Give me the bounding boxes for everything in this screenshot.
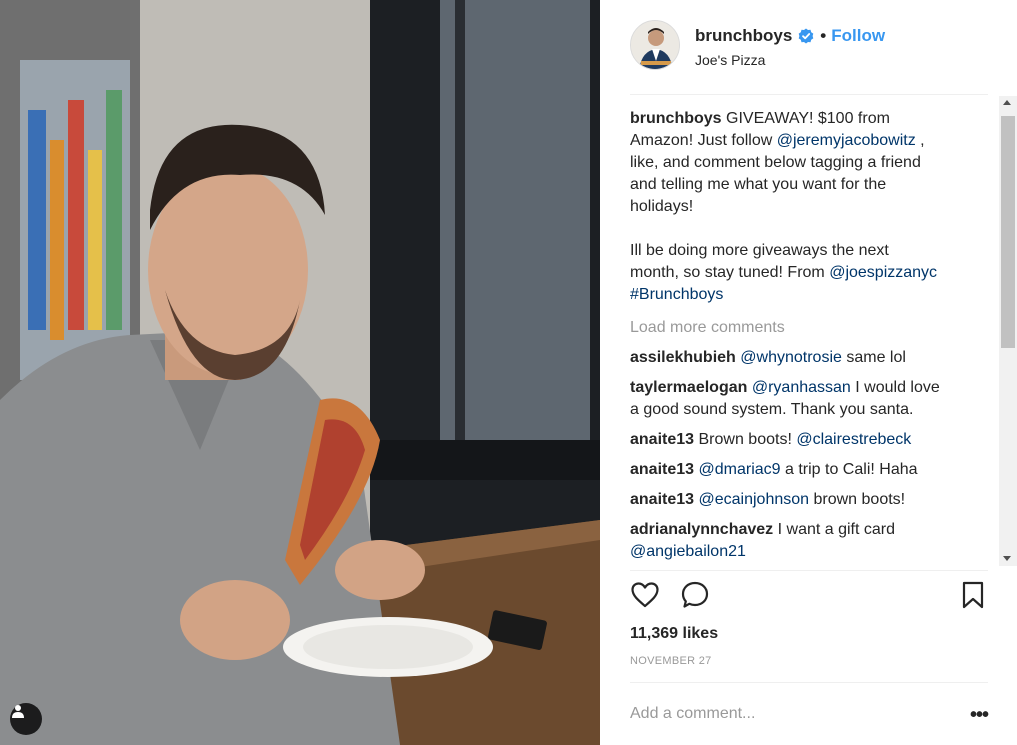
comment-mention[interactable]: @ecainjohnson — [699, 491, 810, 508]
comment-mention[interactable]: @dmariac9 — [699, 461, 781, 478]
comment-mention[interactable]: @ryanhassan — [752, 379, 851, 396]
comment-username[interactable]: adrianalynnchavez — [630, 521, 773, 538]
caption-text: month, so stay tuned! From — [630, 264, 825, 281]
comment-text: I want a gift card — [777, 521, 896, 538]
post-header: brunchboys • Follow Joe's Pizza — [630, 18, 990, 78]
likes-count[interactable]: 11,369 likes — [630, 625, 718, 643]
header-separator: • — [820, 26, 827, 45]
user-tag-icon — [12, 705, 24, 718]
comment-text: a trip to Cali! Haha — [785, 461, 918, 478]
heart-icon[interactable] — [630, 580, 660, 610]
comment-mention[interactable]: @angiebailon21 — [630, 541, 970, 563]
comment-username[interactable]: assilekhubieh — [630, 349, 736, 366]
avatar[interactable] — [630, 20, 680, 70]
bookmark-icon[interactable] — [960, 580, 986, 610]
header-text: brunchboys • Follow Joe's Pizza — [695, 26, 885, 68]
caption-hashtag[interactable]: #Brunchboys — [630, 286, 723, 303]
follow-button[interactable]: Follow — [831, 26, 885, 46]
more-options-button[interactable]: ••• — [970, 704, 989, 727]
caption-text: Ill be doing more giveaways the next — [630, 242, 889, 259]
comment-text: same lol — [846, 349, 906, 366]
caption-text: Amazon! Just follow — [630, 132, 773, 149]
comment-mention[interactable]: @whynotrosie — [740, 349, 842, 366]
location-link[interactable]: Joe's Pizza — [695, 52, 885, 68]
scroll-down-icon[interactable] — [1003, 556, 1011, 561]
add-comment-input[interactable] — [630, 705, 930, 723]
scroll-thumb[interactable] — [1001, 116, 1015, 348]
post-side-panel: brunchboys • Follow Joe's Pizza brunchbo… — [600, 0, 1017, 745]
comment-username[interactable]: anaite13 — [630, 491, 694, 508]
comment-username[interactable]: taylermaelogan — [630, 379, 747, 396]
comment-item: adrianalynnchavez I want a gift card @an… — [630, 519, 970, 563]
header-divider — [630, 94, 988, 95]
comment-text: Brown boots! — [698, 431, 792, 448]
footer-divider — [630, 682, 988, 683]
caption-mention[interactable]: @jeremyjacobowitz — [777, 132, 916, 149]
caption-text: GIVEAWAY! $100 from — [726, 110, 890, 127]
caption-text: holidays! — [630, 198, 694, 215]
verified-badge-icon — [798, 28, 814, 44]
comments-list[interactable]: brunchboys GIVEAWAY! $100 from Amazon! J… — [630, 108, 970, 568]
post-photo[interactable] — [0, 0, 600, 745]
caption-username[interactable]: brunchboys — [630, 110, 722, 127]
comment-item: anaite13 @ecainjohnson brown boots! — [630, 489, 970, 511]
comments-scrollbar[interactable] — [999, 96, 1017, 566]
comment-item: anaite13 Brown boots! @clairestrebeck — [630, 429, 970, 451]
comment-username[interactable]: anaite13 — [630, 461, 694, 478]
comment-mention[interactable]: @clairestrebeck — [796, 431, 911, 448]
caption-text: and telling me what you want for the — [630, 176, 887, 193]
header-row: brunchboys • Follow — [695, 26, 885, 46]
username-link[interactable]: brunchboys — [695, 26, 792, 46]
comments-divider — [630, 570, 988, 571]
caption-text: like, and comment below tagging a friend — [630, 154, 921, 171]
caption-mention[interactable]: @joespizzanyc — [829, 264, 937, 281]
load-more-comments-button[interactable]: Load more comments — [630, 317, 970, 339]
avatar-image — [631, 21, 679, 69]
comment-bubble-icon[interactable] — [680, 580, 710, 610]
comment-text: I would love — [855, 379, 940, 396]
user-tag-button[interactable] — [10, 703, 42, 735]
scroll-up-icon[interactable] — [1003, 100, 1011, 105]
post-caption: brunchboys GIVEAWAY! $100 from Amazon! J… — [630, 108, 970, 306]
comment-item: assilekhubieh @whynotrosie same lol — [630, 347, 970, 369]
comment-item: anaite13 @dmariac9 a trip to Cali! Haha — [630, 459, 970, 481]
photo-illustration — [0, 0, 600, 745]
caption-text: , — [920, 132, 925, 149]
comment-text: a good sound system. Thank you santa. — [630, 401, 914, 418]
comment-text: brown boots! — [813, 491, 906, 508]
comment-username[interactable]: anaite13 — [630, 431, 694, 448]
post-date: NOVEMBER 27 — [630, 655, 712, 667]
post-actions — [630, 580, 990, 614]
comment-item: taylermaelogan @ryanhassan I would love … — [630, 377, 970, 421]
